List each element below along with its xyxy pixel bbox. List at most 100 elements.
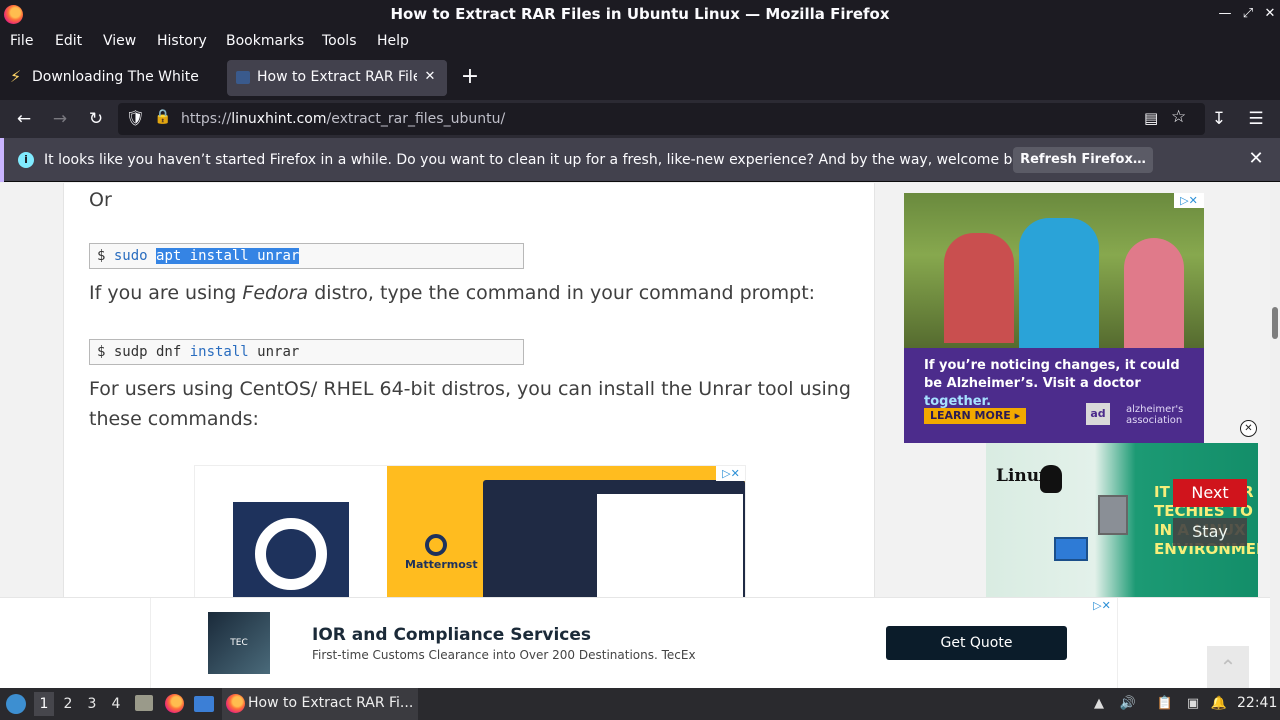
paragraph-or: Or [89, 189, 112, 211]
ad-council-logo: ad [1086, 403, 1110, 425]
workspace-4[interactable]: 4 [108, 696, 124, 712]
site-favicon-icon [236, 71, 250, 84]
menu-history[interactable]: History [157, 33, 207, 49]
text-fedora-pre: If you are using [89, 282, 243, 304]
updates-icon[interactable]: ▲ [1090, 695, 1108, 713]
file-manager-icon[interactable] [135, 695, 153, 711]
anchor-ad-title[interactable]: IOR and Compliance Services [312, 625, 591, 645]
alzheimers-ad[interactable]: If you’re noticing changes, it could be … [904, 193, 1204, 443]
menu-edit[interactable]: Edit [55, 33, 82, 49]
tab-downloading[interactable]: ⚡ Downloading The White Lotus [4, 60, 222, 96]
get-quote-button[interactable]: Get Quote [886, 626, 1067, 660]
title-bar: How to Extract RAR Files in Ubuntu Linux… [0, 0, 1280, 29]
notification-bar: i It looks like you haven’t started Fire… [0, 138, 1280, 182]
workspace-2[interactable]: 2 [60, 696, 76, 712]
code-keyword: install [189, 344, 249, 360]
firefox-launcher-icon[interactable] [165, 694, 184, 713]
window-title: How to Extract RAR Files in Ubuntu Linux… [390, 5, 890, 23]
downloads-icon[interactable]: ↧ [1207, 107, 1231, 131]
server-icon [1098, 495, 1128, 535]
menu-file[interactable]: File [10, 33, 33, 49]
close-ad-icon[interactable]: ✕ [1240, 420, 1257, 437]
clipboard-icon[interactable]: 📋 [1156, 695, 1174, 713]
adchoices-icon[interactable]: ▷✕ [716, 466, 745, 481]
learn-more-button[interactable]: LEARN MORE ▸ [924, 408, 1027, 424]
ad-photo-image [904, 193, 1204, 348]
text-fedora-post: distro, type the command in your command… [308, 282, 816, 304]
hamburger-menu-icon[interactable]: ☰ [1244, 107, 1268, 131]
alz-brand: alzheimer's association [1126, 404, 1184, 426]
refresh-firefox-button[interactable]: Refresh Firefox… [1013, 147, 1153, 173]
taskbar-firefox-window[interactable]: How to Extract RAR Fi... [222, 688, 418, 720]
code-text: sudp dnf [113, 344, 190, 360]
code-prompt: $ [97, 248, 114, 264]
tux-penguin-icon [1040, 465, 1062, 493]
info-icon: i [18, 152, 34, 168]
adchoices-icon[interactable]: ▷✕ [1174, 193, 1204, 208]
scroll-to-top-icon[interactable]: ⌃ [1207, 646, 1249, 688]
notification-text: It looks like you haven’t started Firefo… [44, 152, 1043, 168]
start-menu-icon[interactable] [6, 694, 26, 714]
tab-close-icon[interactable]: ✕ [421, 68, 439, 86]
firefox-window-icon [226, 694, 245, 713]
mattermost-ad[interactable]: Mattermost ▷✕ [194, 465, 746, 600]
stay-button[interactable]: Stay [1173, 518, 1247, 546]
notifications-icon[interactable]: 🔔 [1210, 695, 1228, 713]
anchor-ad-content[interactable]: TEC IOR and Compliance Services First-ti… [150, 598, 1118, 689]
workspace-1[interactable]: 1 [36, 696, 52, 712]
url-host: linuxhint.com [231, 111, 327, 127]
learn-more-label: LEARN MORE [930, 409, 1011, 422]
app-screenshot-image [483, 480, 745, 599]
mattermost-logo-icon [233, 502, 349, 599]
minimize-icon[interactable]: — [1215, 4, 1235, 24]
tecex-logo: TEC [208, 612, 270, 674]
tab-extract-rar[interactable]: How to Extract RAR Files in Ubuntu Linux… [227, 60, 447, 96]
forward-icon[interactable]: → [48, 107, 72, 131]
scrollbar-thumb[interactable] [1272, 307, 1278, 339]
volume-icon[interactable]: 🔊 [1119, 695, 1137, 713]
url-bar[interactable]: 🛡 🔒 https://linuxhint.com/extract_rar_fi… [118, 103, 1205, 135]
next-button[interactable]: Next [1173, 479, 1247, 507]
lightning-icon: ⚡ [10, 67, 22, 86]
clock[interactable]: 22:41 [1237, 695, 1277, 711]
navigation-bar: ← → ↻ 🛡 🔒 https://linuxhint.com/extract_… [0, 100, 1280, 138]
reader-view-icon[interactable]: ▤ [1144, 109, 1158, 127]
mattermost-small-logo-icon [425, 534, 447, 556]
menu-tools[interactable]: Tools [322, 33, 357, 49]
ad-text-main: If you’re noticing changes, it could be … [924, 358, 1180, 391]
menu-view[interactable]: View [103, 33, 136, 49]
mattermost-ad-banner[interactable]: Mattermost [387, 466, 745, 599]
menu-bookmarks[interactable]: Bookmarks [226, 33, 304, 49]
tab-label: Downloading The White Lotus [32, 69, 222, 85]
anchor-ad[interactable]: TEC IOR and Compliance Services First-ti… [0, 597, 1270, 689]
taskbar-window-label: How to Extract RAR Fi... [248, 695, 414, 711]
code-block-dnf[interactable]: $ sudp dnf install unrar [89, 339, 524, 365]
menu-help[interactable]: Help [377, 33, 409, 49]
code-prompt: $ [97, 344, 114, 360]
paragraph-centos-1: For users using CentOS/ RHEL 64-bit dist… [89, 378, 851, 400]
mattermost-brand: Mattermost [405, 558, 478, 571]
back-icon[interactable]: ← [12, 107, 36, 131]
page-scrollbar[interactable] [1270, 183, 1280, 688]
paragraph-centos-2: these commands: [89, 408, 259, 430]
reload-icon[interactable]: ↻ [84, 107, 108, 131]
bookmark-star-icon[interactable]: ☆ [1171, 107, 1186, 127]
new-tab-button[interactable]: + [458, 63, 482, 91]
url-path: /extract_rar_files_ubuntu/ [326, 111, 506, 127]
workspace-3[interactable]: 3 [84, 696, 100, 712]
desktop-icon[interactable] [194, 696, 214, 712]
network-icon[interactable]: ▣ [1184, 695, 1202, 713]
notification-accent [0, 138, 4, 182]
restore-icon[interactable]: ⤢ [1238, 4, 1258, 24]
url-scheme: https:// [181, 111, 232, 127]
adchoices-icon[interactable]: ▷✕ [1087, 598, 1117, 613]
close-window-icon[interactable]: ✕ [1260, 4, 1280, 24]
code-block-apt[interactable]: $ sudo apt install unrar [89, 243, 524, 269]
url-text[interactable]: https://linuxhint.com/extract_rar_files_… [181, 111, 505, 127]
text-fedora-em: Fedora [242, 282, 309, 304]
anchor-ad-subtitle: First-time Customs Clearance into Over 2… [312, 648, 696, 662]
notification-close-icon[interactable]: ✕ [1245, 148, 1267, 170]
lock-icon[interactable]: 🔒 [154, 109, 171, 125]
shield-icon[interactable]: 🛡 [126, 109, 145, 127]
ad-text-highlight: together. [924, 394, 992, 409]
